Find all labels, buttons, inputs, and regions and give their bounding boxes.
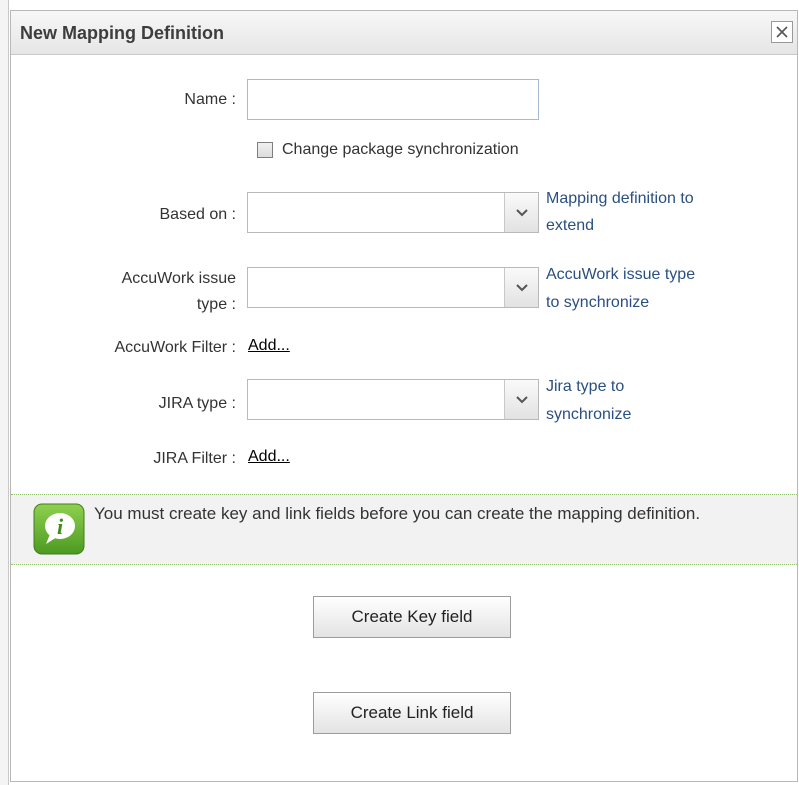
svg-text:i: i [57, 514, 64, 539]
close-icon [776, 26, 788, 38]
accuwork-filter-label: AccuWork Filter : [114, 339, 237, 356]
chevron-down-icon [515, 395, 528, 403]
jira-type-select[interactable] [247, 379, 539, 420]
create-key-field-button[interactable]: Create Key field [313, 596, 511, 638]
change-package-checkbox[interactable] [257, 142, 273, 158]
new-mapping-dialog: New Mapping Definition Name : Change pac… [10, 10, 798, 782]
accuwork-type-dropdown-button[interactable] [504, 268, 538, 307]
close-button[interactable] [771, 21, 793, 43]
jira-type-hint-line2: synchronize [546, 406, 632, 423]
info-message-text: You must create key and link fields befo… [94, 504, 701, 523]
jira-filter-label: JIRA Filter : [153, 450, 236, 467]
dialog-titlebar: New Mapping Definition [11, 11, 797, 55]
info-message-box: i You must create key and link fields be… [11, 494, 797, 565]
jira-filter-add-link[interactable]: Add... [248, 448, 290, 466]
jira-type-dropdown-button[interactable] [504, 380, 538, 419]
based-on-label: Based on : [159, 206, 237, 223]
accuwork-filter-add-link[interactable]: Add... [248, 337, 290, 355]
jira-type-label: JIRA type : [158, 395, 236, 412]
chevron-down-icon [515, 283, 528, 291]
change-package-row[interactable]: Change package synchronization [257, 141, 519, 159]
accuwork-type-hint-line1: AccuWork issue type [546, 266, 696, 283]
window-frame-left [0, 0, 9, 785]
chevron-down-icon [515, 208, 528, 216]
dialog-title: New Mapping Definition [20, 23, 224, 43]
info-icon: i [33, 503, 85, 555]
based-on-dropdown-button[interactable] [504, 193, 538, 232]
accuwork-type-hint-line2: to synchronize [546, 294, 650, 311]
accuwork-type-label-line1: AccuWork issue [121, 270, 236, 287]
based-on-hint-line1: Mapping definition to [546, 190, 694, 207]
change-package-label: Change package synchronization [282, 141, 519, 158]
based-on-select[interactable] [247, 192, 539, 233]
jira-type-hint-line1: Jira type to [546, 378, 625, 395]
name-label: Name : [184, 91, 236, 108]
accuwork-type-label-line2: type : [196, 296, 236, 313]
name-input[interactable] [247, 79, 539, 120]
based-on-hint-line2: extend [546, 217, 595, 234]
create-link-field-button[interactable]: Create Link field [313, 692, 511, 734]
accuwork-type-select[interactable] [247, 267, 539, 308]
